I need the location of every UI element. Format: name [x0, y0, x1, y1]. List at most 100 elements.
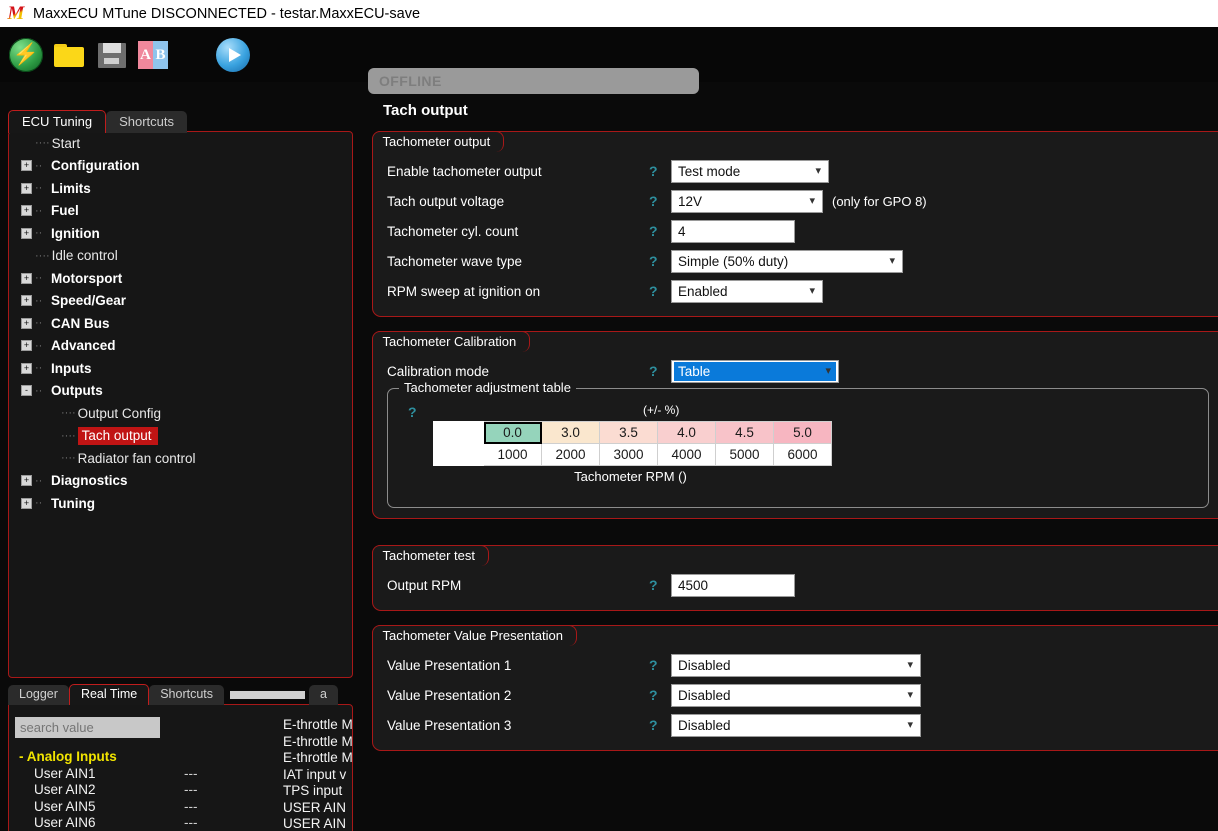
- list-item-secondary[interactable]: TPS input: [283, 783, 352, 800]
- tree-expander-icon[interactable]: +: [21, 362, 32, 374]
- tree-item-configuration[interactable]: + ·· Configuration: [9, 155, 352, 178]
- tree-item-tach-output[interactable]: ···· Tach output: [9, 425, 352, 448]
- help-icon-value-presentation-1[interactable]: ?: [649, 657, 671, 673]
- list-item-secondary[interactable]: USER AIN: [283, 800, 352, 817]
- folder-open-icon[interactable]: [52, 38, 86, 72]
- tree-item-advanced[interactable]: + ·· Advanced: [9, 335, 352, 358]
- tree-item-fuel[interactable]: + ·· Fuel: [9, 200, 352, 223]
- tree-expander-icon[interactable]: -: [21, 385, 32, 397]
- dropdown-value-presentation-2[interactable]: Disabled: [671, 683, 921, 707]
- ab-compare-b-label: B: [153, 40, 168, 69]
- list-item[interactable]: User AIN2 ---: [19, 782, 269, 799]
- tree-item-label: Motorsport: [51, 270, 123, 286]
- tree-item-output-config[interactable]: ···· Output Config: [9, 402, 352, 425]
- tab-ecu-tuning[interactable]: ECU Tuning: [8, 110, 107, 133]
- tree-expander-icon[interactable]: +: [21, 160, 32, 172]
- table-cell-rpm-0[interactable]: 1000: [483, 443, 542, 466]
- tree-expander-icon[interactable]: +: [21, 227, 32, 239]
- tree-expander-icon[interactable]: +: [21, 340, 32, 352]
- tree-item-label: Advanced: [51, 338, 116, 354]
- list-item[interactable]: User AIN6 ---: [19, 815, 269, 831]
- input-tachometer-cyl-count[interactable]: 4: [671, 219, 795, 243]
- table-cell-value-2[interactable]: 3.5: [599, 421, 658, 444]
- tree-item-can-bus[interactable]: + ·· CAN Bus: [9, 312, 352, 335]
- table-cell-value-5[interactable]: 5.0: [773, 421, 832, 444]
- tree-item-diagnostics[interactable]: + ·· Diagnostics: [9, 470, 352, 493]
- tree-expander-icon[interactable]: +: [21, 497, 32, 509]
- help-icon-rpm-sweep-at-ignition-on[interactable]: ?: [649, 283, 671, 299]
- tree-item-outputs[interactable]: - ·· Outputs: [9, 380, 352, 403]
- list-item-secondary[interactable]: E-throttle M: [283, 717, 352, 734]
- table-cell-rpm-1[interactable]: 2000: [541, 443, 600, 466]
- help-icon-adjustment-table[interactable]: ?: [408, 404, 417, 420]
- help-icon-tach-output-voltage[interactable]: ?: [649, 193, 671, 209]
- tab-logger[interactable]: Logger: [8, 685, 69, 705]
- dock-drag-handle[interactable]: [230, 691, 306, 699]
- play-icon[interactable]: [216, 37, 250, 72]
- list-item-secondary[interactable]: USER AIN: [283, 816, 352, 831]
- tree-item-inputs[interactable]: + ·· Inputs: [9, 357, 352, 380]
- tab-shortcuts-bottom[interactable]: Shortcuts: [149, 685, 225, 705]
- tree-item-tuning[interactable]: + ·· Tuning: [9, 492, 352, 515]
- input-output-rpm-value: 4500: [678, 577, 709, 593]
- tree-expander-icon[interactable]: +: [21, 295, 32, 307]
- list-group-header[interactable]: - Analog Inputs: [19, 749, 269, 766]
- navigation-tree[interactable]: ···· Start + ·· Configuration + ·· Limits + ·· Fue…: [8, 131, 353, 678]
- tab-shortcuts[interactable]: Shortcuts: [106, 111, 188, 133]
- tree-item-start[interactable]: ···· Start: [9, 132, 352, 155]
- list-item-name: User AIN1: [34, 765, 96, 781]
- dropdown-enable-tachometer-output[interactable]: Test mode: [671, 159, 829, 183]
- tree-expander-icon[interactable]: +: [21, 317, 32, 329]
- help-icon-tachometer-cyl-count[interactable]: ?: [649, 223, 671, 239]
- save-icon[interactable]: [95, 38, 129, 72]
- tree-item-radiator-fan-control[interactable]: ···· Radiator fan control: [9, 447, 352, 470]
- real-time-value-list[interactable]: - Analog Inputs User AIN1 --- User AIN2 --- U…: [19, 749, 269, 831]
- tab-a[interactable]: a: [309, 685, 338, 705]
- help-icon-tachometer-wave-type[interactable]: ?: [649, 253, 671, 269]
- help-icon-value-presentation-3[interactable]: ?: [649, 717, 671, 733]
- table-cell-value-4[interactable]: 4.5: [715, 421, 774, 444]
- ab-compare-icon[interactable]: A B: [138, 38, 172, 72]
- tachometer-adjustment-table[interactable]: 0.0 3.0 3.5 4.0 4.5 5.0 1000 2000 3000 4000 5000 6…: [433, 421, 832, 466]
- tree-item-label: Idle control: [51, 248, 118, 264]
- lightning-icon[interactable]: [9, 37, 43, 72]
- help-icon-output-rpm[interactable]: ?: [649, 577, 671, 593]
- list-item-secondary[interactable]: E-throttle M: [283, 750, 352, 767]
- table-cell-rpm-5[interactable]: 6000: [773, 443, 832, 466]
- dropdown-value-presentation-1[interactable]: Disabled: [671, 653, 921, 677]
- tree-expander-icon[interactable]: +: [21, 475, 32, 487]
- real-time-secondary-list[interactable]: E-throttle M E-throttle M E-throttle M IAT …: [283, 717, 352, 831]
- tree-item-speed-gear[interactable]: + ·· Speed/Gear: [9, 290, 352, 313]
- list-item[interactable]: User AIN1 ---: [19, 766, 269, 783]
- tree-expander-icon[interactable]: +: [21, 272, 32, 284]
- search-input[interactable]: [15, 717, 160, 738]
- tab-real-time[interactable]: Real Time: [68, 684, 150, 705]
- list-item-secondary[interactable]: IAT input v: [283, 767, 352, 784]
- table-cell-value-3[interactable]: 4.0: [657, 421, 716, 444]
- tree-item-idle-control[interactable]: ···· Idle control: [9, 245, 352, 268]
- dropdown-value-presentation-3[interactable]: Disabled: [671, 713, 921, 737]
- table-cell-rpm-4[interactable]: 5000: [715, 443, 774, 466]
- table-cell-value-0[interactable]: 0.0: [483, 421, 542, 444]
- help-icon-calibration-mode[interactable]: ?: [649, 363, 671, 379]
- table-cell-rpm-2[interactable]: 3000: [599, 443, 658, 466]
- tree-item-motorsport[interactable]: + ·· Motorsport: [9, 267, 352, 290]
- maxxecu-logo-icon: M: [7, 2, 25, 24]
- dropdown-rpm-sweep-at-ignition-on[interactable]: Enabled: [671, 279, 823, 303]
- tree-expander-icon[interactable]: +: [21, 205, 32, 217]
- tree-item-ignition[interactable]: + ·· Ignition: [9, 222, 352, 245]
- tree-expander-icon[interactable]: +: [21, 182, 32, 194]
- tree-item-limits[interactable]: + ·· Limits: [9, 177, 352, 200]
- help-icon-enable-tachometer-output[interactable]: ?: [649, 163, 671, 179]
- input-output-rpm[interactable]: 4500: [671, 573, 795, 597]
- help-icon-value-presentation-2[interactable]: ?: [649, 687, 671, 703]
- list-item-secondary[interactable]: E-throttle M: [283, 734, 352, 751]
- dropdown-tach-output-voltage[interactable]: 12V: [671, 189, 823, 213]
- label-enable-tachometer-output: Enable tachometer output: [387, 163, 542, 179]
- panel-tachometer-value-presentation: Tachometer Value Presentation Value Pres…: [371, 624, 1218, 751]
- table-cell-value-1[interactable]: 3.0: [541, 421, 600, 444]
- dropdown-calibration-mode[interactable]: Table: [671, 359, 839, 383]
- list-item[interactable]: User AIN5 ---: [19, 799, 269, 816]
- table-cell-rpm-3[interactable]: 4000: [657, 443, 716, 466]
- dropdown-tachometer-wave-type[interactable]: Simple (50% duty): [671, 249, 903, 273]
